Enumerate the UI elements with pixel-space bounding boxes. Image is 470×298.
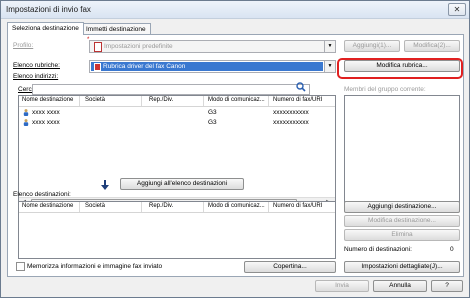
cell-mode: G3	[208, 109, 217, 116]
column-header[interactable]: Nome destinazione	[22, 97, 73, 103]
cover-page-button[interactable]: Copertina...	[244, 261, 336, 273]
cell-name: xxxx xxxx	[32, 119, 60, 126]
profile-icon	[94, 42, 102, 52]
add-destination-button[interactable]: Aggiungi destinazione...	[344, 201, 460, 213]
search-input[interactable]	[32, 84, 310, 95]
column-header[interactable]: Modo di comunicaz...	[208, 97, 265, 103]
destination-table[interactable]: Nome destinazione Società Rep./Div. Modo…	[18, 201, 336, 259]
address-table-header: Nome destinazione Società Rep./Div. Modo…	[19, 96, 335, 107]
title-bar: Impostazioni di invio fax ✕	[1, 1, 469, 19]
destination-table-header: Nome destinazione Società Rep./Div. Modo…	[19, 202, 335, 213]
cell-number: xxxxxxxxxxx	[273, 119, 309, 126]
fax-send-settings-window: Impostazioni di invio fax ✕ Seleziona de…	[0, 0, 470, 298]
person-icon	[23, 109, 29, 116]
address-book-icon	[94, 63, 101, 71]
cell-name: xxxx xxxx	[32, 109, 60, 116]
profile-edit-button[interactable]: Modifica(2)...	[404, 40, 460, 52]
arrow-down-icon	[101, 180, 109, 192]
column-header[interactable]: Società	[85, 203, 105, 209]
address-list-label: Elenco indirizzi:	[13, 73, 59, 80]
column-header[interactable]: Rep./Div.	[149, 203, 173, 209]
table-row[interactable]: xxxx xxxx G3 xxxxxxxxxxx	[19, 119, 335, 127]
tab-select-destination[interactable]: Seleziona destinazione	[7, 22, 84, 35]
chevron-down-icon: ▼	[324, 41, 335, 52]
cell-mode: G3	[208, 119, 217, 126]
column-header[interactable]: Rep./Div.	[149, 97, 173, 103]
close-button[interactable]: ✕	[448, 3, 466, 16]
column-header[interactable]: Nome destinazione	[22, 203, 73, 209]
highlight-annotation	[337, 58, 463, 79]
person-icon	[23, 119, 29, 126]
profile-add-button[interactable]: Aggiungi(1)...	[344, 40, 400, 52]
required-marker-icon: *	[87, 37, 90, 43]
remember-fax-checkbox[interactable]	[16, 262, 25, 271]
cell-number: xxxxxxxxxxx	[273, 109, 309, 116]
profile-label: Profilo:	[13, 42, 34, 49]
detailed-settings-button[interactable]: Impostazioni dettagliate(J)...	[344, 261, 460, 273]
group-members-list[interactable]	[344, 95, 460, 209]
column-header[interactable]: Modo di comunicaz...	[208, 203, 265, 209]
window-title: Impostazioni di invio fax	[6, 5, 91, 14]
column-header[interactable]: Numero di fax/URI	[273, 203, 322, 209]
column-header[interactable]: Numero di fax/URI	[273, 97, 322, 103]
address-book-value: Rubrica driver del fax Canon	[103, 63, 186, 70]
search-icon[interactable]	[296, 82, 306, 94]
chevron-down-icon: ▼	[324, 61, 335, 72]
delete-destination-button[interactable]: Elimina	[344, 229, 460, 241]
address-book-select[interactable]: Rubrica driver del fax Canon ▼	[89, 60, 336, 73]
cancel-button[interactable]: Annulla	[373, 280, 427, 292]
table-row[interactable]: xxxx xxxx G3 xxxxxxxxxxx	[19, 109, 335, 117]
add-to-destination-list-button[interactable]: Aggiungi all'elenco destinazioni	[120, 178, 244, 190]
edit-destination-button[interactable]: Modifica destinazione...	[344, 215, 460, 227]
destination-count-label: Numero di destinazioni:	[344, 246, 412, 253]
group-members-label: Membri del gruppo corrente:	[344, 86, 426, 93]
help-button[interactable]: ?	[431, 280, 463, 292]
destination-list-label: Elenco destinazioni:	[13, 191, 71, 198]
send-button[interactable]: Invia	[315, 280, 369, 292]
destination-count-value: 0	[450, 246, 454, 253]
profile-select[interactable]: Impostazioni predefinite ▼	[89, 40, 336, 53]
column-header[interactable]: Società	[85, 97, 105, 103]
remember-fax-label: Memorizza informazioni e immagine fax in…	[27, 263, 163, 270]
address-book-label: Elenco rubriche:	[13, 62, 60, 69]
profile-value: Impostazioni predefinite	[104, 43, 173, 50]
